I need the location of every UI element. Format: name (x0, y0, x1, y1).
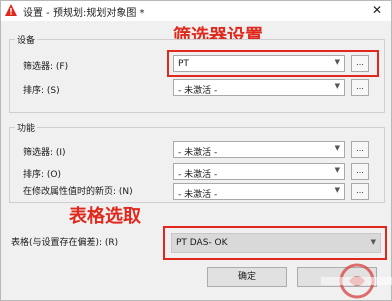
chevron-down-icon: ▼ (334, 186, 340, 194)
table-select-annotation: 表格选取 (69, 206, 141, 227)
watermark-logo (321, 263, 392, 299)
device-sort-select[interactable]: - 未激活 - ▼ (173, 79, 345, 96)
window-title: 设置 - 预规划:规划对象图 * (23, 8, 145, 19)
function-newpage-browse-button[interactable]: ... (351, 183, 369, 200)
settings-dialog: 设置 - 预规划:规划对象图 * ✕ 筛选器设置 设备 筛选器: (F) PT … (0, 0, 392, 301)
device-sort-browse-button[interactable]: ... (351, 79, 369, 96)
chevron-down-icon: ▼ (334, 144, 340, 152)
chevron-down-icon: ▼ (334, 166, 340, 174)
ok-button[interactable]: 确定 (207, 267, 287, 287)
table-highlight-box (163, 226, 387, 260)
filter-highlight-box (167, 50, 379, 77)
table-label: 表格(与设置存在偏差): (R) (11, 238, 119, 248)
function-sort-browse-button[interactable]: ... (351, 163, 369, 180)
function-newpage-select[interactable]: - 未激活 - ▼ (173, 183, 345, 200)
function-newpage-label: 在修改属性值时的新页: (N) (23, 187, 133, 197)
function-filter-label: 筛选器: (I) (23, 148, 66, 158)
function-filter-value: - 未激活 - (178, 148, 218, 158)
device-filter-label: 筛选器: (F) (23, 62, 69, 72)
function-sort-value: - 未激活 - (178, 170, 218, 180)
close-icon[interactable]: ✕ (367, 2, 387, 19)
function-filter-browse-button[interactable]: ... (351, 141, 369, 158)
function-sort-select[interactable]: - 未激活 - ▼ (173, 163, 345, 180)
function-newpage-value: - 未激活 - (178, 190, 218, 200)
function-filter-select[interactable]: - 未激活 - ▼ (173, 141, 345, 158)
device-sort-value: - 未激活 - (178, 86, 218, 96)
chevron-down-icon: ▼ (334, 82, 340, 90)
device-sort-label: 排序: (S) (23, 86, 60, 96)
warning-app-icon (4, 3, 18, 17)
function-group-title: 功能 (15, 121, 38, 134)
device-group-title: 设备 (15, 33, 38, 46)
function-sort-label: 排序: (O) (23, 170, 61, 180)
title-bar: 设置 - 预规划:规划对象图 * ✕ (1, 1, 391, 21)
